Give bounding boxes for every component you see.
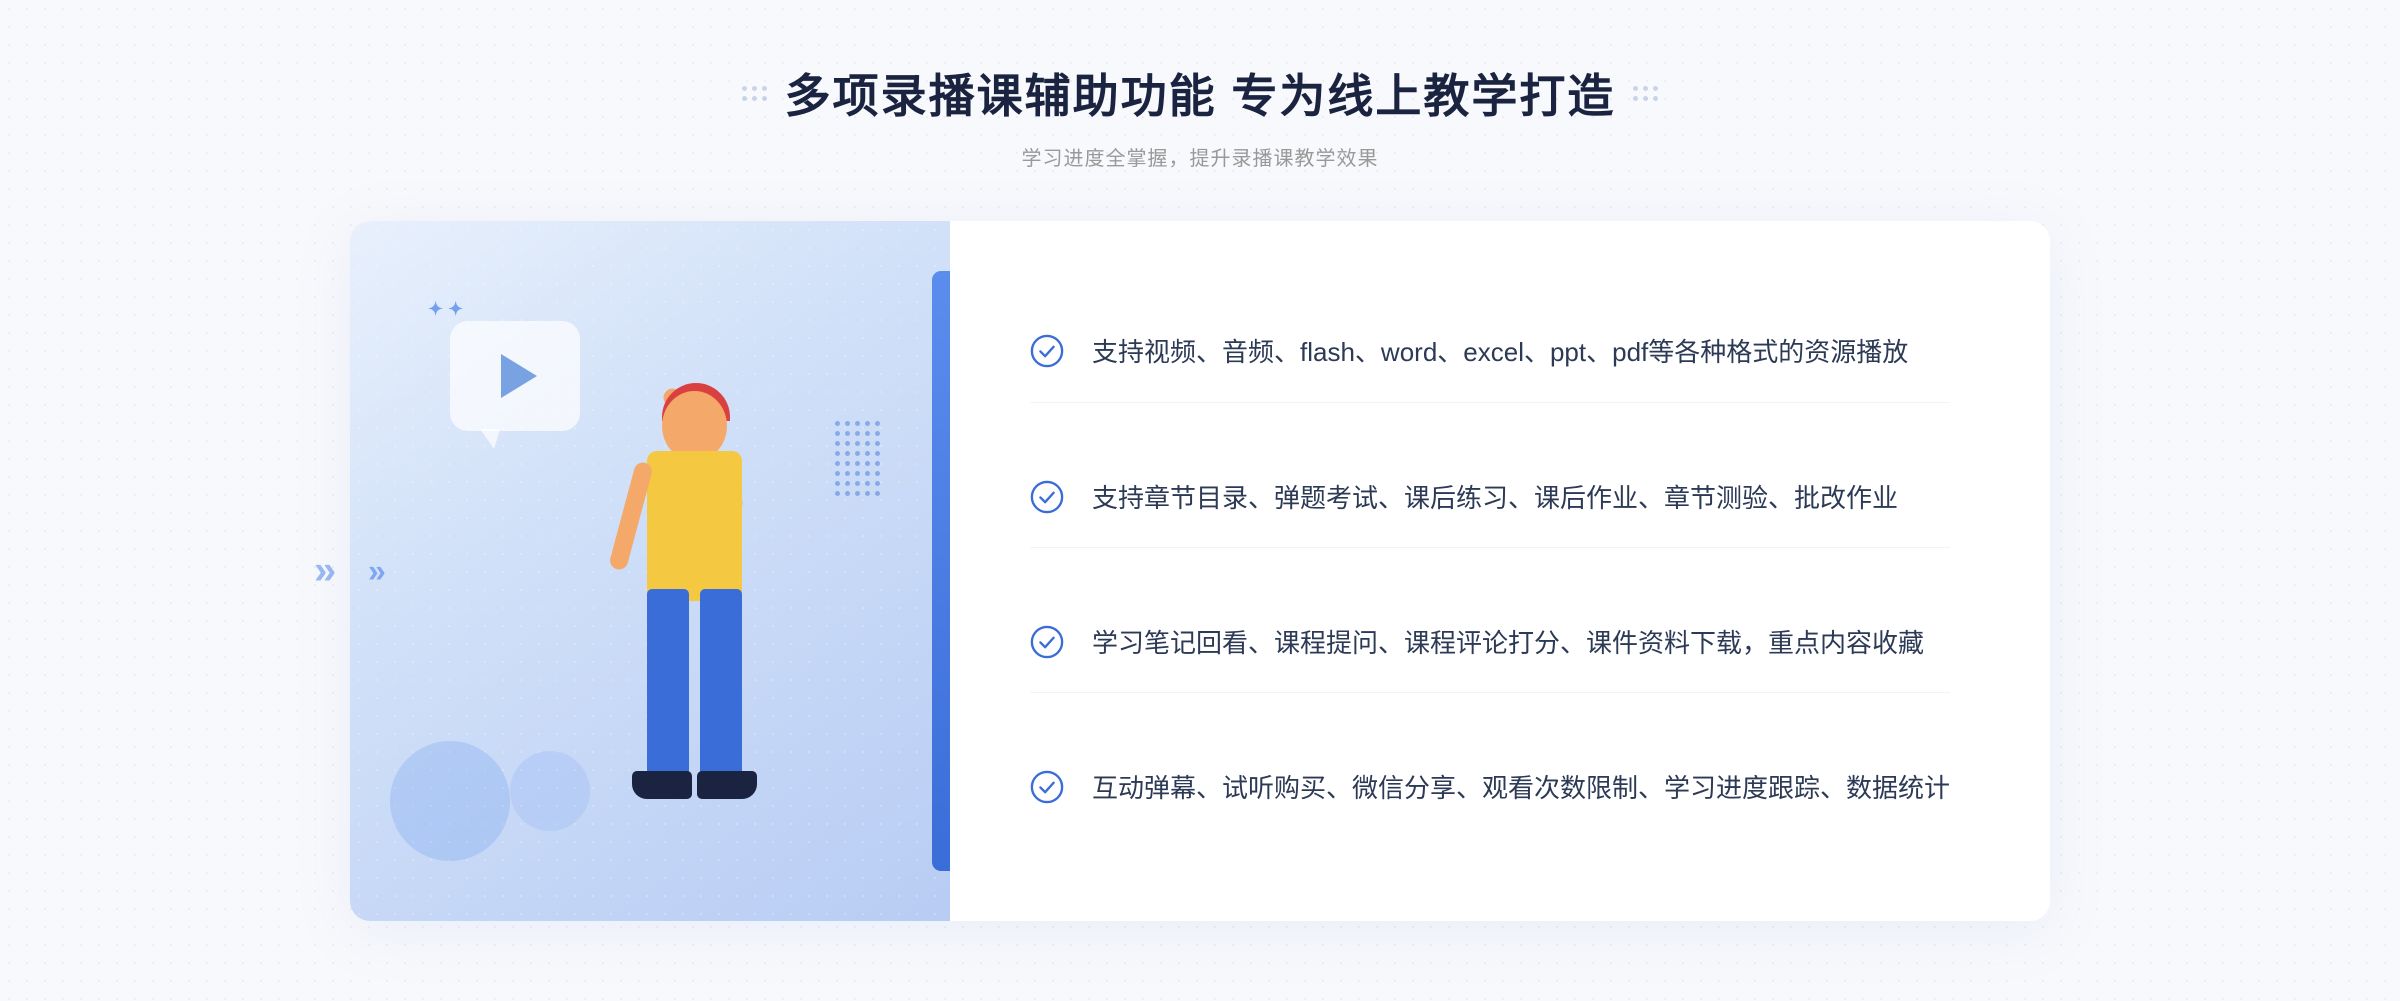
person-illustration (522, 341, 842, 921)
page-title: 多项录播课辅助功能 专为线上教学打造 (785, 60, 1616, 126)
main-content-card: ✦ ✦ (350, 221, 2050, 921)
header-title-row: 多项录播课辅助功能 专为线上教学打造 (742, 60, 1659, 126)
right-dots-decoration (1633, 86, 1658, 101)
circle-decoration-2 (510, 751, 590, 831)
feature-text-1: 支持视频、音频、flash、word、excel、ppt、pdf等各种格式的资源… (1092, 332, 1908, 374)
hatch-decoration (835, 421, 890, 511)
chevron-left-icon: » (368, 553, 386, 590)
feature-text-4: 互动弹幕、试听购买、微信分享、观看次数限制、学习进度跟踪、数据统计 (1092, 768, 1950, 810)
page-container: 多项录播课辅助功能 专为线上教学打造 学习进度全掌握，提升录播课教学效果 ✦ (0, 0, 2400, 1001)
feature-text-3: 学习笔记回看、课程提问、课程评论打分、课件资料下载，重点内容收藏 (1092, 623, 1924, 665)
feature-item-3: 学习笔记回看、课程提问、课程评论打分、课件资料下载，重点内容收藏 (1030, 595, 1950, 694)
feature-item-1: 支持视频、音频、flash、word、excel、ppt、pdf等各种格式的资源… (1030, 304, 1950, 403)
page-subtitle: 学习进度全掌握，提升录播课教学效果 (742, 142, 1659, 171)
sparkle-decoration: ✦ ✦ (428, 299, 463, 320)
pants-right (700, 589, 742, 789)
left-dots-decoration (742, 86, 767, 101)
torso (647, 451, 742, 601)
check-icon-3 (1030, 625, 1064, 659)
body-chevron-icon: » (314, 549, 336, 594)
circle-decoration-1 (390, 741, 510, 861)
features-panel: 支持视频、音频、flash、word、excel、ppt、pdf等各种格式的资源… (950, 221, 2050, 921)
header-section: 多项录播课辅助功能 专为线上教学打造 学习进度全掌握，提升录播课教学效果 (742, 60, 1659, 171)
shoe-left (632, 771, 692, 799)
pants-left (647, 589, 689, 789)
feature-text-2: 支持章节目录、弹题考试、课后练习、课后作业、章节测验、批改作业 (1092, 478, 1898, 520)
illustration-panel: ✦ ✦ (350, 221, 950, 921)
shoe-right (697, 771, 757, 799)
check-icon-2 (1030, 480, 1064, 514)
feature-item-4: 互动弹幕、试听购买、微信分享、观看次数限制、学习进度跟踪、数据统计 (1030, 740, 1950, 838)
blue-sidebar-accent (932, 271, 950, 871)
check-icon-4 (1030, 770, 1064, 804)
check-icon-1 (1030, 334, 1064, 368)
feature-item-2: 支持章节目录、弹题考试、课后练习、课后作业、章节测验、批改作业 (1030, 450, 1950, 549)
